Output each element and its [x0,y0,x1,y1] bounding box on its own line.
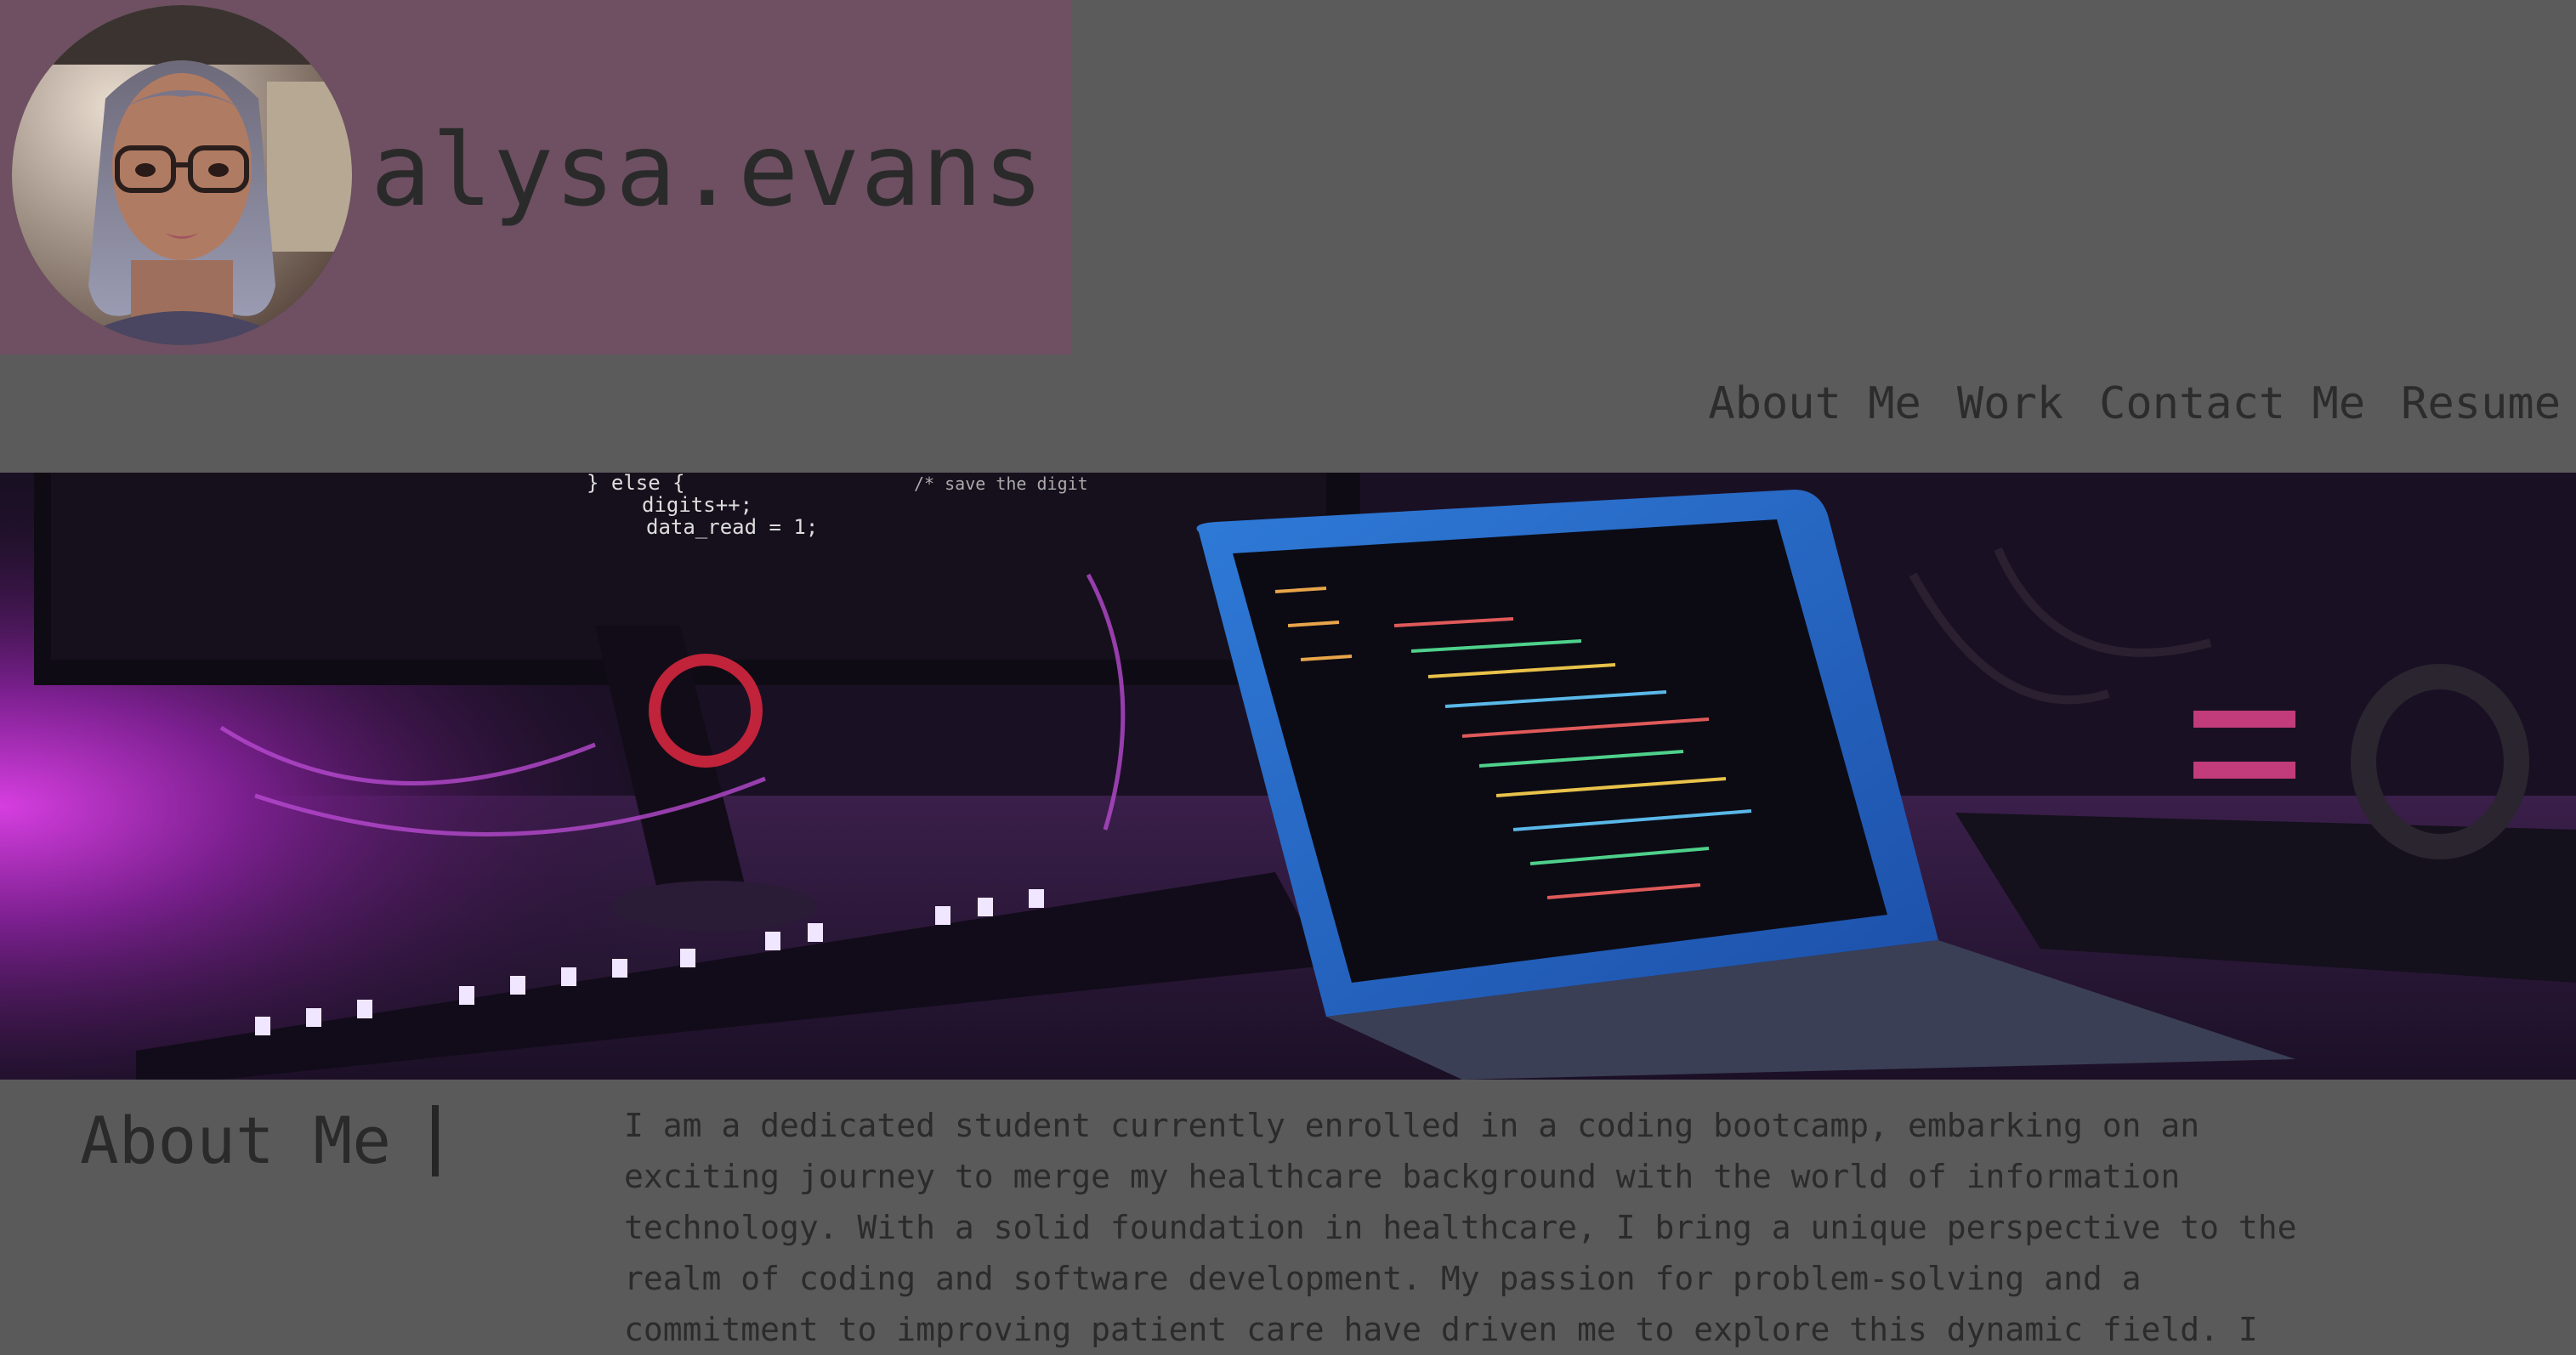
nav-about-me[interactable]: About Me [1708,374,1921,434]
brand-block: alysa.evans [0,0,1072,354]
nav-work[interactable]: Work [1957,374,2063,434]
about-title: About Me [80,1103,392,1178]
site-title[interactable]: alysa.evans [371,102,1044,238]
title-divider [432,1105,439,1176]
avatar [12,5,352,345]
nav-contact-me[interactable]: Contact Me [2099,374,2365,434]
hero-image: } else { digits++; data_read = 1; /* sav… [0,473,2576,1080]
code-line-2: digits++; [642,493,752,517]
code-line-3: data_read = 1; [646,515,818,539]
nav-resume[interactable]: Resume [2401,374,2561,434]
main-nav: About Me Work Contact Me Resume [1708,374,2561,434]
hero-banner: } else { digits++; data_read = 1; /* sav… [0,473,2576,1080]
site-header: alysa.evans About Me Work Contact Me Res… [0,0,2576,473]
code-line-1: } else { [587,473,685,495]
code-line-4: /* save the digit [914,473,1088,494]
profile-photo-image [12,5,352,345]
about-text: I am a dedicated student currently enrol… [624,1107,2297,1348]
about-section: About Me I am a dedicated student curren… [0,1080,2576,1350]
